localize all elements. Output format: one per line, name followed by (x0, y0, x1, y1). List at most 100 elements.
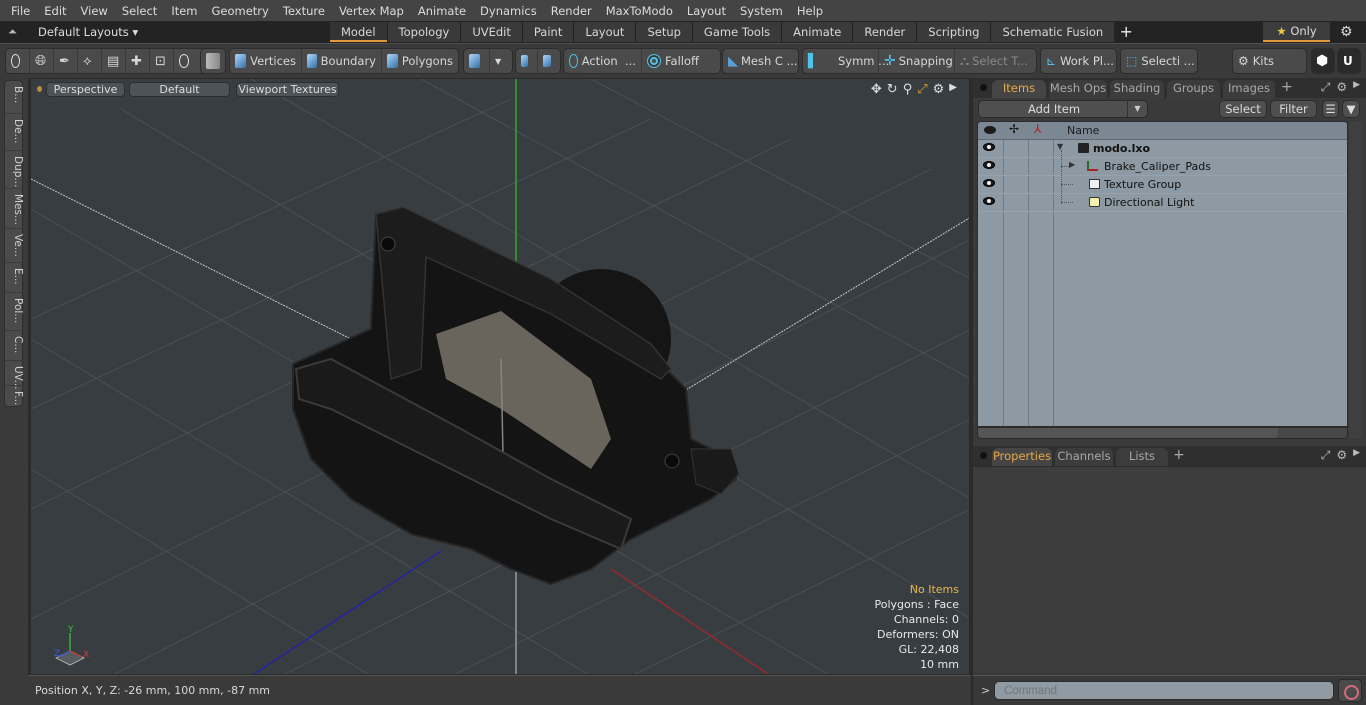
menu-geometry[interactable]: Geometry (205, 4, 276, 18)
tool-tab-basic[interactable]: B... (5, 81, 24, 114)
tab-items[interactable]: Items (992, 80, 1046, 98)
path-button[interactable]: ⟡ (78, 49, 102, 73)
tab-channels[interactable]: Channels (1055, 448, 1113, 466)
snapping-button[interactable]: ✛ Snapping (879, 49, 955, 73)
pen-button[interactable]: ✒︎ (54, 49, 78, 73)
add-tab-button[interactable]: + (1115, 22, 1137, 43)
vertices-button[interactable]: Vertices (230, 49, 302, 73)
view-mode-button[interactable]: Perspective (46, 82, 125, 97)
select-through-button[interactable]: ⛬ Select T... (955, 49, 1035, 73)
list-options-button[interactable]: ☰ (1322, 100, 1339, 118)
tab-animate[interactable]: Animate (782, 22, 853, 42)
tool-tab-fusion[interactable]: F... (5, 386, 24, 408)
cross-button[interactable]: ✚ (126, 49, 150, 73)
maximize-icon[interactable]: ⤢ (1321, 80, 1331, 95)
horizontal-scrollbar[interactable] (977, 427, 1348, 439)
center-button[interactable] (538, 49, 560, 73)
menu-render[interactable]: Render (544, 4, 599, 18)
tool-tab-duplicate[interactable]: Dup... (5, 151, 24, 189)
tool-tab-deform[interactable]: De... (5, 114, 24, 151)
filter-funnel-button[interactable]: ▼ (1342, 100, 1360, 118)
maximize-icon[interactable]: ⤢ (1321, 448, 1331, 463)
layouts-dropdown[interactable]: Default Layouts ▾ (38, 25, 138, 39)
select-button[interactable]: Select (1219, 100, 1267, 118)
tool-tab-mesh-edit[interactable]: Mes... (5, 189, 24, 229)
expand-arrow-icon[interactable]: ▶ (1069, 160, 1075, 169)
menu-vertex-map[interactable]: Vertex Map (332, 4, 411, 18)
tool-tab-uv[interactable]: UV... (5, 361, 24, 390)
material-mode-button[interactable] (464, 49, 490, 73)
frame-button[interactable]: ⊡ (150, 49, 174, 73)
filter-button[interactable]: Filter (1270, 100, 1317, 118)
list-item[interactable]: Directional Light (978, 194, 1347, 212)
scrollbar-thumb[interactable] (978, 428, 1278, 438)
add-properties-tab-button[interactable]: + (1173, 447, 1185, 463)
tab-topology[interactable]: Topology (387, 22, 461, 42)
command-input[interactable] (994, 681, 1334, 700)
unreal-button[interactable]: U (1337, 48, 1361, 74)
unity-button[interactable]: ⬢ (1311, 48, 1335, 74)
material-dropdown[interactable]: ▼ (490, 49, 512, 73)
tab-scripting[interactable]: Scripting (917, 22, 991, 42)
tab-model[interactable]: Model (330, 22, 387, 42)
tool-tab-polygon[interactable]: Pol... (5, 293, 24, 331)
tab-paint[interactable]: Paint (522, 22, 574, 42)
mesh-constraints-button[interactable]: ◣ Mesh C ... (723, 49, 798, 73)
viewport-menu-dot[interactable] (37, 86, 42, 92)
item-mode[interactable] (201, 49, 229, 73)
stack-button[interactable]: ▤ (102, 49, 126, 73)
name-column-header[interactable]: Name (1067, 124, 1099, 137)
menu-system[interactable]: System (733, 4, 790, 18)
list-item[interactable]: ▼ modo.lxo (978, 140, 1347, 158)
menu-help[interactable]: Help (790, 4, 830, 18)
menu-dynamics[interactable]: Dynamics (473, 4, 544, 18)
tab-layout[interactable]: Layout (574, 22, 636, 42)
zoom-icon[interactable]: ⚲ (903, 82, 913, 97)
tab-uvedit[interactable]: UVEdit (461, 22, 522, 42)
falloff-button[interactable]: Falloff (642, 49, 720, 73)
viewport-gear-icon[interactable]: ⚙ (933, 82, 945, 97)
menu-item[interactable]: Item (164, 4, 204, 18)
boundary-button[interactable]: Boundary (302, 49, 382, 73)
menu-select[interactable]: Select (115, 4, 164, 18)
tab-render[interactable]: Render (853, 22, 917, 42)
visibility-header-icon[interactable] (984, 126, 996, 134)
tab-setup[interactable]: Setup (636, 22, 692, 42)
tab-game-tools[interactable]: Game Tools (692, 22, 782, 42)
tool-tab-vertex[interactable]: Ve... (5, 229, 24, 263)
only-button[interactable]: ★ Only (1263, 22, 1330, 42)
visibility-eye-icon[interactable] (983, 161, 995, 169)
menu-maxtomodo[interactable]: MaxToModo (599, 4, 680, 18)
menu-animate[interactable]: Animate (411, 4, 473, 18)
item-mode-button[interactable] (200, 48, 226, 74)
3d-viewport[interactable]: Perspective Default Viewport Textures ✥ … (30, 78, 970, 675)
work-plane-button[interactable]: ⊾ Work Pl... (1041, 49, 1116, 73)
vertical-scrollbar[interactable] (1349, 121, 1362, 439)
visibility-eye-icon[interactable] (983, 197, 995, 205)
menu-view[interactable]: View (74, 4, 115, 18)
tab-shading[interactable]: Shading (1110, 80, 1164, 98)
visibility-eye-icon[interactable] (983, 179, 995, 187)
collapse-up-icon[interactable]: ⏶ (8, 25, 20, 39)
pan-icon[interactable]: ✥ (871, 82, 882, 97)
fit-icon[interactable]: ⤢ (917, 82, 927, 97)
tab-images[interactable]: Images (1223, 80, 1275, 98)
circle-select-button[interactable] (6, 49, 30, 73)
tab-properties[interactable]: Properties (992, 448, 1052, 466)
tab-schematic-fusion[interactable]: Schematic Fusion (991, 22, 1115, 42)
add-item-dropdown-icon[interactable]: ▼ (1127, 101, 1147, 117)
selection-sets-button[interactable]: ⬚ Selecti ... (1121, 49, 1197, 73)
locator-header-icon[interactable]: ⅄ (1034, 122, 1041, 136)
gear-icon[interactable]: ⚙ (1340, 24, 1353, 40)
add-items-tab-button[interactable]: + (1281, 79, 1293, 95)
visibility-eye-icon[interactable] (983, 143, 995, 151)
pivot-button[interactable] (516, 49, 538, 73)
panel-arrow-icon[interactable]: ▶ (1353, 80, 1360, 95)
menu-file[interactable]: File (4, 4, 37, 18)
lock-header-icon[interactable]: ✢ (1009, 122, 1019, 136)
panel-arrow-icon[interactable]: ▶ (1353, 448, 1360, 463)
symmetry-button[interactable]: ▌ Symm ... (803, 49, 889, 73)
rotate-icon[interactable]: ↻ (887, 82, 898, 97)
tool-tab-edge[interactable]: E... (5, 263, 24, 293)
items-panel-menu-dot[interactable] (980, 84, 987, 91)
